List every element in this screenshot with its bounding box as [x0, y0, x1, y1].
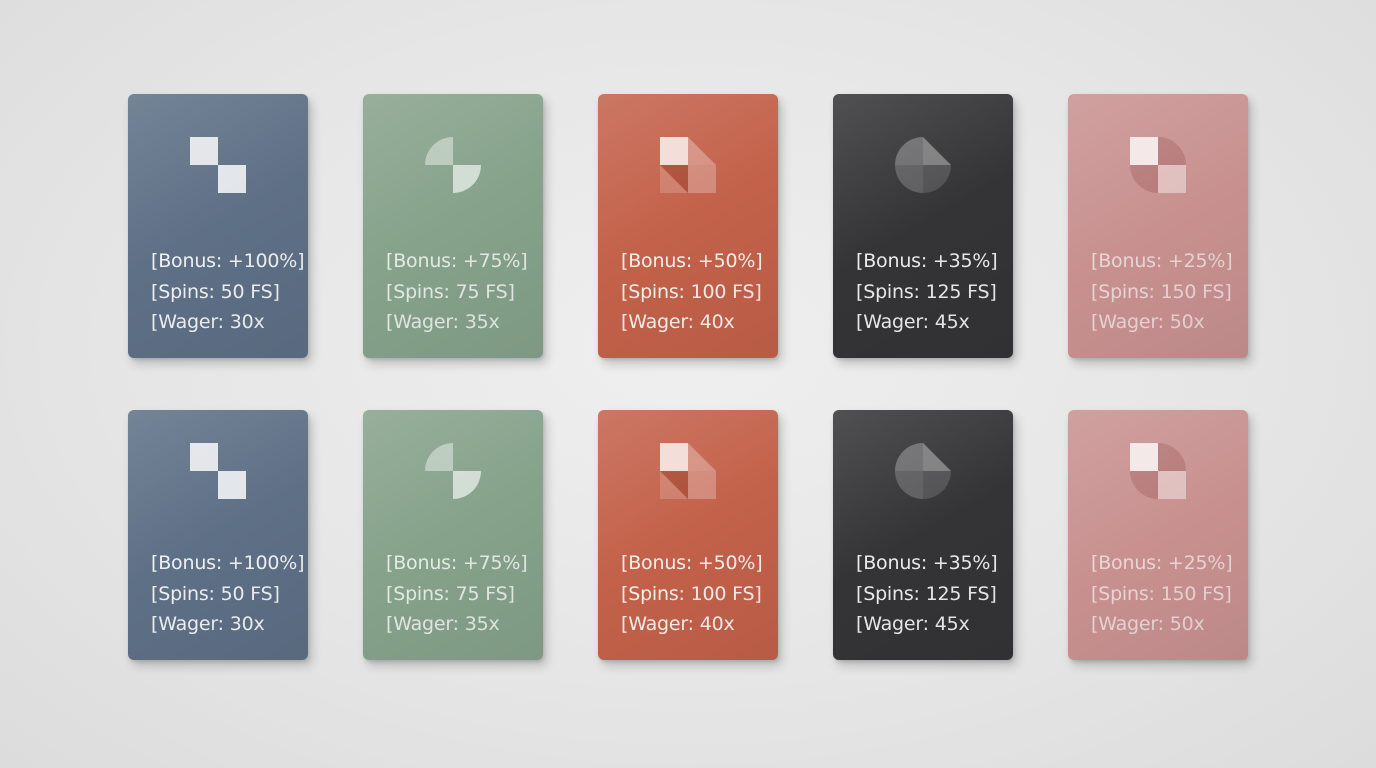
bonus-label: [Bonus: +50%] — [621, 250, 763, 272]
bonus-card[interactable]: [Bonus: +35%] [Spins: 125 FS] [Wager: 45… — [833, 94, 1013, 358]
card-details: [Bonus: +35%] [Spins: 125 FS] [Wager: 45… — [856, 548, 998, 640]
spins-label: [Spins: 125 FS] — [856, 582, 997, 605]
bonus-label: [Bonus: +75%] — [386, 552, 528, 574]
bonus-label: [Bonus: +100%] — [151, 250, 305, 272]
card-details: [Bonus: +35%] [Spins: 125 FS] [Wager: 45… — [856, 246, 998, 338]
wager-label: [Wager: 50x — [1091, 613, 1205, 635]
spins-label: [Spins: 100 FS] — [621, 582, 762, 605]
card-grid-page: { "cards": [ {"bonus": "[Bonus: +100%]",… — [0, 0, 1376, 768]
segmented-circle-icon — [895, 137, 951, 193]
spins-label: [Spins: 75 FS] — [386, 280, 515, 303]
square-and-circle-icon — [1130, 443, 1186, 499]
bonus-card[interactable]: [Bonus: +35%] [Spins: 125 FS] [Wager: 45… — [833, 410, 1013, 660]
bonus-card[interactable]: [Bonus: +100%] [Spins: 50 FS] [Wager: 30… — [128, 94, 308, 358]
spins-label: [Spins: 150 FS] — [1091, 582, 1232, 605]
bonus-label: [Bonus: +25%] — [1091, 552, 1233, 574]
bonus-label: [Bonus: +100%] — [151, 552, 305, 574]
bonus-label: [Bonus: +35%] — [856, 552, 998, 574]
checker-squares-icon — [190, 443, 246, 499]
wager-label: [Wager: 50x — [1091, 311, 1205, 333]
bonus-card[interactable]: [Bonus: +25%] [Spins: 150 FS] [Wager: 50… — [1068, 410, 1248, 660]
wager-label: [Wager: 35x — [386, 613, 500, 635]
spins-label: [Spins: 50 FS] — [151, 582, 280, 605]
card-details: [Bonus: +25%] [Spins: 150 FS] [Wager: 50… — [1091, 548, 1233, 640]
bonus-card[interactable]: [Bonus: +50%] [Spins: 100 FS] [Wager: 40… — [598, 94, 778, 358]
wager-label: [Wager: 40x — [621, 311, 735, 333]
spins-label: [Spins: 75 FS] — [386, 582, 515, 605]
bonus-label: [Bonus: +50%] — [621, 552, 763, 574]
bonus-label: [Bonus: +35%] — [856, 250, 998, 272]
card-details: [Bonus: +50%] [Spins: 100 FS] [Wager: 40… — [621, 548, 763, 640]
bonus-card[interactable]: [Bonus: +50%] [Spins: 100 FS] [Wager: 40… — [598, 410, 778, 660]
wager-label: [Wager: 30x — [151, 613, 265, 635]
card-details: [Bonus: +100%] [Spins: 50 FS] [Wager: 30… — [151, 246, 305, 338]
wager-label: [Wager: 35x — [386, 311, 500, 333]
spins-label: [Spins: 125 FS] — [856, 280, 997, 303]
triangle-squares-icon — [660, 443, 716, 499]
bonus-card[interactable]: [Bonus: +100%] [Spins: 50 FS] [Wager: 30… — [128, 410, 308, 660]
wager-label: [Wager: 30x — [151, 311, 265, 333]
checker-squares-icon — [190, 137, 246, 193]
segmented-circle-icon — [895, 443, 951, 499]
spins-label: [Spins: 150 FS] — [1091, 280, 1232, 303]
quarter-circles-icon — [425, 443, 481, 499]
square-and-circle-icon — [1130, 137, 1186, 193]
card-details: [Bonus: +75%] [Spins: 75 FS] [Wager: 35x — [386, 246, 528, 338]
quarter-circles-icon — [425, 137, 481, 193]
spins-label: [Spins: 100 FS] — [621, 280, 762, 303]
card-details: [Bonus: +75%] [Spins: 75 FS] [Wager: 35x — [386, 548, 528, 640]
wager-label: [Wager: 45x — [856, 311, 970, 333]
wager-label: [Wager: 45x — [856, 613, 970, 635]
triangle-squares-icon — [660, 137, 716, 193]
card-details: [Bonus: +50%] [Spins: 100 FS] [Wager: 40… — [621, 246, 763, 338]
card-details: [Bonus: +25%] [Spins: 150 FS] [Wager: 50… — [1091, 246, 1233, 338]
bonus-card[interactable]: [Bonus: +25%] [Spins: 150 FS] [Wager: 50… — [1068, 94, 1248, 358]
bonus-label: [Bonus: +25%] — [1091, 250, 1233, 272]
bonus-card[interactable]: [Bonus: +75%] [Spins: 75 FS] [Wager: 35x — [363, 94, 543, 358]
wager-label: [Wager: 40x — [621, 613, 735, 635]
bonus-card[interactable]: [Bonus: +75%] [Spins: 75 FS] [Wager: 35x — [363, 410, 543, 660]
card-details: [Bonus: +100%] [Spins: 50 FS] [Wager: 30… — [151, 548, 305, 640]
spins-label: [Spins: 50 FS] — [151, 280, 280, 303]
bonus-label: [Bonus: +75%] — [386, 250, 528, 272]
